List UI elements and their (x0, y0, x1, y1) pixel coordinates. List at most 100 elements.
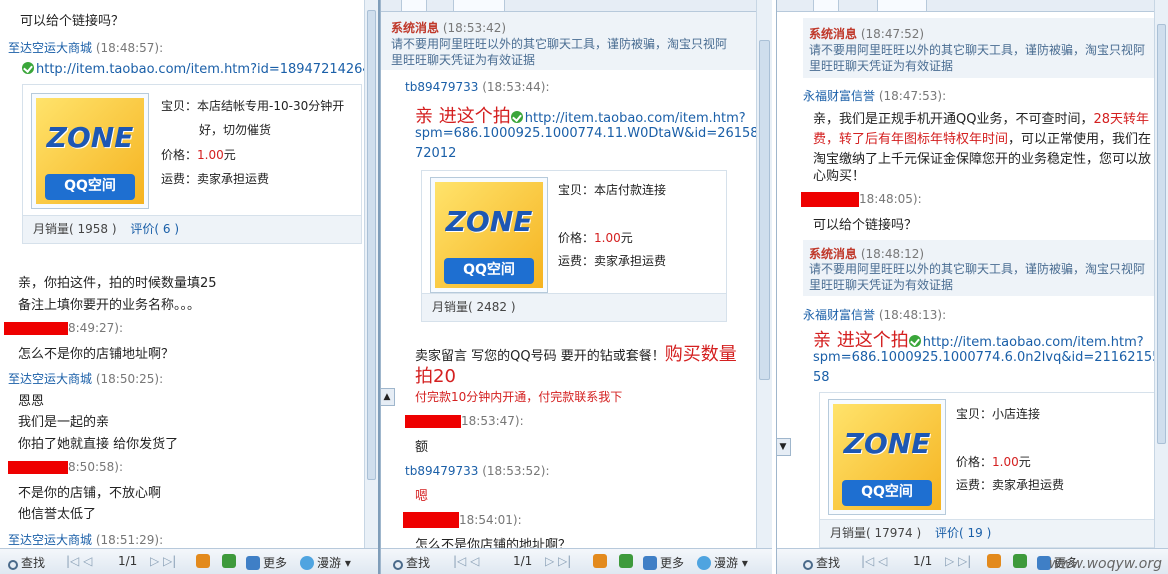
message-time: 18:48:05): (859, 192, 922, 206)
calendar-icon (987, 554, 1001, 568)
item-shipping: 运费：卖家承担运费 (558, 254, 667, 268)
scroll-thumb[interactable] (1157, 24, 1166, 444)
scroll-thumb[interactable] (367, 10, 376, 480)
item-shipping: 运费：卖家承担运费 (161, 172, 270, 186)
tab-notes[interactable] (453, 0, 505, 12)
more-button[interactable]: 更多 (643, 554, 684, 571)
export-button[interactable] (619, 554, 636, 568)
item-thumbnail[interactable]: ZONE QQ空间 (31, 93, 149, 209)
item-card[interactable]: ZONE QQ空间 宝贝：本店结帐专用-10-30分钟开 好，切勿催货 价格：1… (22, 84, 362, 244)
reviews-link[interactable]: 评价( 6 ) (130, 222, 179, 236)
tab-history[interactable] (401, 0, 427, 12)
message-time: (18:50:25): (95, 372, 164, 386)
calendar-button[interactable] (196, 554, 213, 568)
item-thumbnail[interactable]: ZONE QQ空间 (430, 177, 548, 293)
tab-strip-3 (777, 0, 1168, 12)
message-header: tb89479733 (18:53:44): (405, 80, 550, 94)
sender-name[interactable]: 至达空运大商城 (8, 533, 92, 547)
calendar-button[interactable] (987, 554, 1004, 568)
reviews-link[interactable]: 评价( 19 ) (935, 526, 991, 540)
item-link[interactable]: 58 (813, 370, 830, 385)
message-text: 亲 进这个拍 http://item.taobao.com/item.htm? (415, 106, 746, 127)
page-first-prev[interactable]: |◁ ◁ (453, 554, 479, 568)
item-card-footer: 月销量( 2482 ) (422, 293, 726, 321)
item-link[interactable]: http://item.taobao.com/item.htm?id=18947… (22, 62, 364, 77)
item-link[interactable]: spm=686.1000925.1000774.11.W0DtaW&id=261… (415, 126, 756, 141)
message-text: 怎么不是你店铺的地址啊？ (415, 538, 572, 548)
message-header: 永福财富信誉 (18:47:53): (803, 87, 946, 104)
page-next-last[interactable]: ▷ ▷| (545, 554, 571, 568)
sender-name[interactable]: tb89479733 (405, 464, 478, 478)
system-label: 系统消息 (809, 247, 858, 261)
item-card[interactable]: ZONE QQ空间 宝贝：小店连接 价格：1.00元 运费：卖家承担运费 月销量… (819, 392, 1154, 548)
chat-scrollbar-1[interactable] (364, 0, 378, 548)
sender-name[interactable]: 至达空运大商城 (8, 41, 92, 55)
export-icon (222, 554, 236, 568)
sender-name[interactable]: tb89479733 (405, 80, 478, 94)
page-next-last[interactable]: ▷ ▷| (945, 554, 971, 568)
scroll-up-button[interactable]: ▲ (381, 388, 395, 406)
message-text: 拍20 (415, 366, 456, 387)
message-time: (18:48:57): (95, 41, 164, 55)
item-shipping: 运费：卖家承担运费 (956, 478, 1065, 492)
tab-strip-2 (381, 0, 772, 12)
page-first-prev[interactable]: |◁ ◁ (861, 554, 887, 568)
export-button[interactable] (1013, 554, 1030, 568)
redacted-name (403, 512, 459, 528)
redacted-name (405, 415, 461, 428)
redacted-name (8, 461, 68, 474)
page-indicator: 1/1 (913, 554, 933, 568)
roam-button[interactable]: 漫游 ▾ (300, 554, 351, 571)
item-price: 价格：1.00元 (558, 231, 633, 245)
message-time: (18:53:44): (482, 80, 550, 94)
system-label: 系统消息 (809, 27, 858, 41)
message-header: 至达空运大商城 (18:48:57): (8, 39, 163, 56)
message-text: 怎么不是你的店铺地址啊？ (18, 347, 175, 362)
item-card-footer: 月销量( 17974 ) 评价( 19 ) (820, 519, 1154, 547)
system-message: 系统消息 (18:48:12) 请不要用阿里旺旺以外的其它聊天工具，谨防被骗，淘… (803, 240, 1154, 296)
chat-window-3: 系统消息 (18:47:52) 请不要用阿里旺旺以外的其它聊天工具，谨防被骗，淘… (776, 0, 1168, 574)
message-time: 8:49:27): (68, 321, 123, 335)
roam-button[interactable]: 漫游 ▾ (697, 554, 748, 571)
calendar-button[interactable] (593, 554, 610, 568)
message-text: 可以给个链接吗？ (813, 218, 918, 233)
search-button[interactable]: 查找 (803, 554, 840, 571)
chat-scrollbar-3[interactable] (1154, 0, 1168, 548)
scroll-down-button[interactable]: ▼ (777, 438, 791, 456)
item-card-footer: 月销量( 1958 ) 评价( 6 ) (23, 215, 361, 243)
message-time: 18:54:01): (459, 513, 522, 527)
chat-toolbar-1: 查找 |◁ ◁ 1/1 ▷ ▷| 更多 漫游 ▾ (0, 548, 378, 574)
tab-history[interactable] (813, 0, 839, 12)
export-icon (619, 554, 633, 568)
chat-scrollbar-2[interactable] (756, 0, 772, 548)
message-text: 你拍了她就直接 给你发货了 (18, 437, 179, 452)
message-time: 18:53:47): (461, 414, 524, 428)
sender-name[interactable]: 永福财富信誉 (803, 89, 875, 103)
sender-name[interactable]: 至达空运大商城 (8, 372, 92, 386)
search-button[interactable]: 查找 (393, 554, 430, 571)
export-button[interactable] (222, 554, 239, 568)
page-indicator: 1/1 (513, 554, 533, 568)
export-icon (1013, 554, 1027, 568)
calendar-icon (196, 554, 210, 568)
item-link[interactable]: spm=686.1000925.1000774.6.0n2lvq&id=2116… (813, 350, 1154, 365)
sender-name[interactable]: 永福财富信誉 (803, 308, 875, 322)
search-button[interactable]: 查找 (8, 554, 45, 571)
system-label: 系统消息 (391, 21, 440, 35)
watermark: www.woqyw.org (1048, 556, 1162, 572)
cloud-icon (300, 556, 314, 570)
calendar-icon (593, 554, 607, 568)
page-next-last[interactable]: ▷ ▷| (150, 554, 176, 568)
item-link[interactable]: 72012 (415, 146, 456, 161)
scroll-thumb[interactable] (759, 40, 770, 380)
message-text: 费，转了后有年图标年特权年时间，可以正常使用，我们在 (813, 132, 1152, 147)
more-icon (643, 556, 657, 570)
item-card[interactable]: ZONE QQ空间 宝贝：本店付款连接 价格：1.00元 运费：卖家承担运费 月… (421, 170, 727, 322)
item-title: 宝贝：小店连接 (956, 407, 1041, 421)
more-button[interactable]: 更多 (246, 554, 287, 571)
page-first-prev[interactable]: |◁ ◁ (66, 554, 92, 568)
message-header: tb89479733 (18:53:52): (405, 464, 550, 478)
item-thumbnail[interactable]: ZONE QQ空间 (828, 399, 946, 515)
message-text: 付完款10分钟内开通，付完款联系我下 (415, 390, 623, 404)
tab-notes[interactable] (877, 0, 927, 12)
